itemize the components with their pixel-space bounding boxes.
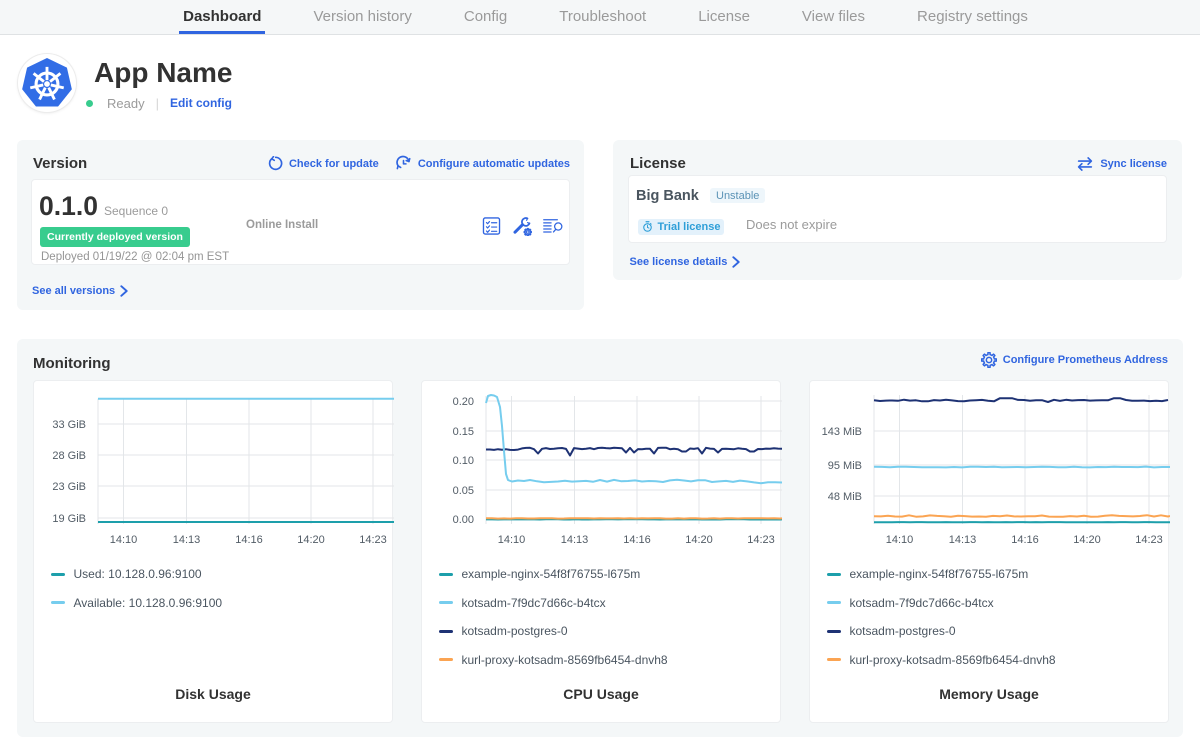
svg-text:14:10: 14:10 xyxy=(498,534,526,546)
svg-text:14:20: 14:20 xyxy=(297,534,325,546)
svg-text:14:16: 14:16 xyxy=(235,534,263,546)
svg-text:14:23: 14:23 xyxy=(1135,534,1163,546)
svg-text:33 GiB: 33 GiB xyxy=(52,419,86,431)
svg-text:48 MiB: 48 MiB xyxy=(828,491,862,503)
svg-text:14:16: 14:16 xyxy=(1011,534,1039,546)
svg-text:14:23: 14:23 xyxy=(747,534,775,546)
svg-text:95 MiB: 95 MiB xyxy=(828,460,862,472)
svg-text:0.20: 0.20 xyxy=(453,396,474,408)
svg-text:28 GiB: 28 GiB xyxy=(52,450,86,462)
svg-text:14:20: 14:20 xyxy=(1073,534,1101,546)
svg-text:14:16: 14:16 xyxy=(623,534,651,546)
svg-text:14:13: 14:13 xyxy=(173,534,201,546)
svg-text:0.05: 0.05 xyxy=(453,485,474,497)
svg-text:23 GiB: 23 GiB xyxy=(52,481,86,493)
svg-text:14:23: 14:23 xyxy=(359,534,387,546)
svg-text:0.10: 0.10 xyxy=(453,455,474,467)
svg-text:19 GiB: 19 GiB xyxy=(52,513,86,525)
svg-text:14:13: 14:13 xyxy=(949,534,977,546)
svg-text:14:13: 14:13 xyxy=(561,534,589,546)
svg-text:143 MiB: 143 MiB xyxy=(822,426,862,438)
svg-text:14:10: 14:10 xyxy=(110,534,138,546)
svg-text:0.15: 0.15 xyxy=(453,426,474,438)
svg-text:14:20: 14:20 xyxy=(685,534,713,546)
svg-text:0.00: 0.00 xyxy=(453,514,474,526)
svg-text:14:10: 14:10 xyxy=(886,534,914,546)
